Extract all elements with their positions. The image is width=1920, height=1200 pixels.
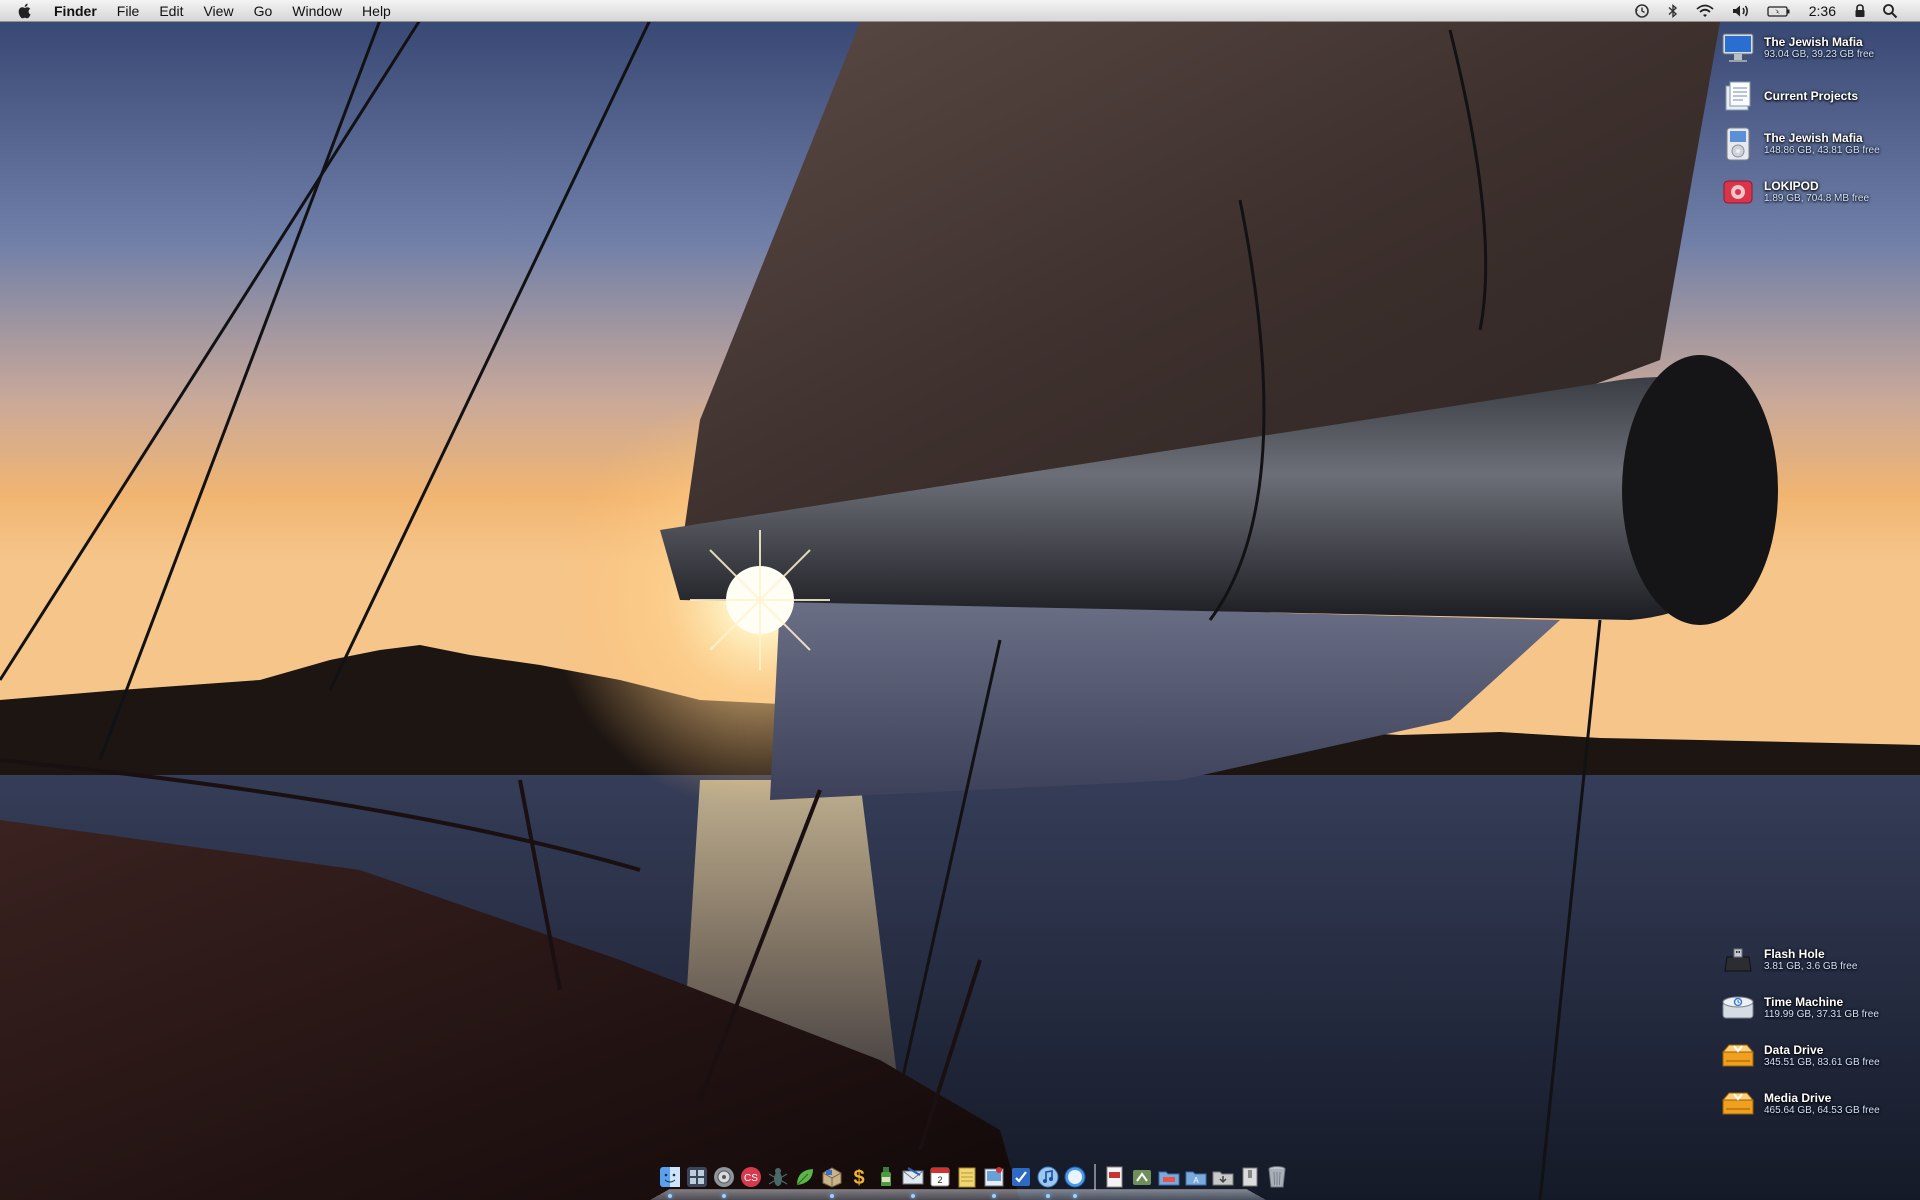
dock-preview-icon[interactable] — [982, 1164, 1006, 1198]
menu-help[interactable]: Help — [352, 0, 401, 22]
dock-bottle-icon[interactable] — [874, 1164, 898, 1190]
dock-utility-icon[interactable] — [1130, 1164, 1154, 1190]
external-drive-icon — [1720, 1086, 1756, 1122]
dock-trash-icon[interactable] — [1265, 1164, 1289, 1190]
dock-creative-suite-icon[interactable]: CS — [739, 1164, 763, 1190]
dock-dashboard-icon[interactable] — [685, 1164, 709, 1190]
dock-dollar-icon[interactable]: $ — [847, 1164, 871, 1190]
dock-pdf-icon[interactable] — [1103, 1164, 1127, 1190]
desktop-icon-info: 1.89 GB, 704.8 MB free — [1764, 193, 1870, 204]
desktop-icon-info: 345.51 GB, 83.61 GB free — [1764, 1057, 1880, 1068]
dock: CS $ 2 A — [650, 1160, 1286, 1200]
menu-bar: Finder File Edit View Go Window Help 2:3… — [0, 0, 1920, 22]
battery-icon[interactable] — [1759, 0, 1799, 22]
dock-notes-icon[interactable] — [955, 1164, 979, 1190]
wifi-icon[interactable] — [1687, 0, 1723, 22]
desktop-icon-flash-hole[interactable]: Flash Hole 3.81 GB, 3.6 GB free — [1720, 940, 1910, 980]
dock-archive-icon[interactable] — [1238, 1164, 1262, 1190]
dock-ant-icon[interactable] — [766, 1164, 790, 1190]
svg-text:2: 2 — [937, 1175, 942, 1185]
desktop-icon-name: The Jewish Mafia — [1764, 35, 1863, 49]
desktop-icon-data-drive[interactable]: Data Drive 345.51 GB, 83.61 GB free — [1720, 1036, 1910, 1076]
dock-package-icon[interactable] — [820, 1164, 844, 1198]
time-machine-icon[interactable] — [1625, 0, 1659, 22]
running-indicator — [992, 1194, 996, 1198]
svg-text:CS: CS — [744, 1173, 758, 1184]
running-indicator — [1073, 1194, 1077, 1198]
dock-downloads-icon[interactable] — [1211, 1164, 1235, 1190]
menubar-clock[interactable]: 2:36 — [1799, 3, 1846, 19]
dock-leaf-icon[interactable] — [793, 1164, 817, 1190]
menu-app-finder[interactable]: Finder — [50, 0, 107, 22]
lock-icon[interactable] — [1846, 0, 1874, 22]
desktop-icon-name: Data Drive — [1764, 1043, 1824, 1057]
dock-calendar-icon[interactable]: 2 — [928, 1164, 952, 1190]
menu-file[interactable]: File — [107, 0, 150, 22]
apple-logo-icon[interactable] — [18, 0, 36, 22]
dock-finder-icon[interactable] — [658, 1164, 682, 1198]
usb-drive-icon — [1720, 942, 1756, 978]
desktop-icon-name: LOKIPOD — [1764, 179, 1819, 193]
running-indicator — [830, 1194, 834, 1198]
svg-text:$: $ — [853, 1167, 864, 1188]
menu-window[interactable]: Window — [282, 0, 352, 22]
time-machine-drive-icon — [1720, 990, 1756, 1026]
spotlight-icon[interactable] — [1874, 0, 1906, 22]
dock-folder-icon[interactable] — [1157, 1164, 1181, 1190]
menu-edit[interactable]: Edit — [149, 0, 193, 22]
dock-shelf — [650, 1189, 1266, 1200]
desktop-icon-lokipod[interactable]: LOKIPOD 1.89 GB, 704.8 MB free — [1720, 172, 1910, 212]
desktop-icon-the-jewish-mafia-computer[interactable]: The Jewish Mafia 93.04 GB, 39.23 GB free — [1720, 28, 1910, 68]
running-indicator — [722, 1194, 726, 1198]
menu-view[interactable]: View — [193, 0, 243, 22]
ipod-shuffle-icon — [1720, 174, 1756, 210]
desktop-icon-info: 3.81 GB, 3.6 GB free — [1764, 961, 1858, 972]
desktop-icon-name: Flash Hole — [1764, 947, 1825, 961]
desktop-wallpaper — [0, 0, 1920, 1200]
desktop-icon-name: The Jewish Mafia — [1764, 131, 1863, 145]
desktop-icon-media-drive[interactable]: Media Drive 465.64 GB, 64.53 GB free — [1720, 1084, 1910, 1124]
dock-itunes-icon[interactable] — [1036, 1164, 1060, 1198]
volume-icon[interactable] — [1723, 0, 1759, 22]
menu-go[interactable]: Go — [244, 0, 283, 22]
desktop-icon-info: 465.64 GB, 64.53 GB free — [1764, 1105, 1880, 1116]
desktop-icon-info: 93.04 GB, 39.23 GB free — [1764, 49, 1875, 60]
dock-script-icon[interactable] — [1009, 1164, 1033, 1190]
desktop-icon-info: 148.86 GB, 43.81 GB free — [1764, 145, 1880, 156]
dock-system-preferences-icon[interactable] — [712, 1164, 736, 1198]
dock-mail-icon[interactable] — [901, 1164, 925, 1198]
ipod-icon — [1720, 126, 1756, 162]
desktop-icon-name: Media Drive — [1764, 1091, 1832, 1105]
running-indicator — [1046, 1194, 1050, 1198]
desktop-icon-name: Time Machine — [1764, 995, 1844, 1009]
desktop-icon-time-machine[interactable]: Time Machine 119.99 GB, 37.31 GB free — [1720, 988, 1910, 1028]
bluetooth-icon[interactable] — [1659, 0, 1687, 22]
svg-text:A: A — [1193, 1176, 1199, 1185]
external-drive-icon — [1720, 1038, 1756, 1074]
running-indicator — [911, 1194, 915, 1198]
desktop-icon-the-jewish-mafia-ipod[interactable]: The Jewish Mafia 148.86 GB, 43.81 GB fre… — [1720, 124, 1910, 164]
running-indicator — [668, 1194, 672, 1198]
desktop-icon-info: 119.99 GB, 37.31 GB free — [1764, 1009, 1879, 1020]
desktop-icon-name: Current Projects — [1764, 89, 1859, 103]
dock-safari-icon[interactable] — [1063, 1164, 1087, 1198]
dock-separator — [1094, 1164, 1096, 1190]
dock-app-folder-icon[interactable]: A — [1184, 1164, 1208, 1190]
desktop-icon-current-projects[interactable]: Current Projects — [1720, 76, 1910, 116]
document-icon — [1720, 78, 1756, 114]
computer-icon — [1720, 30, 1756, 66]
